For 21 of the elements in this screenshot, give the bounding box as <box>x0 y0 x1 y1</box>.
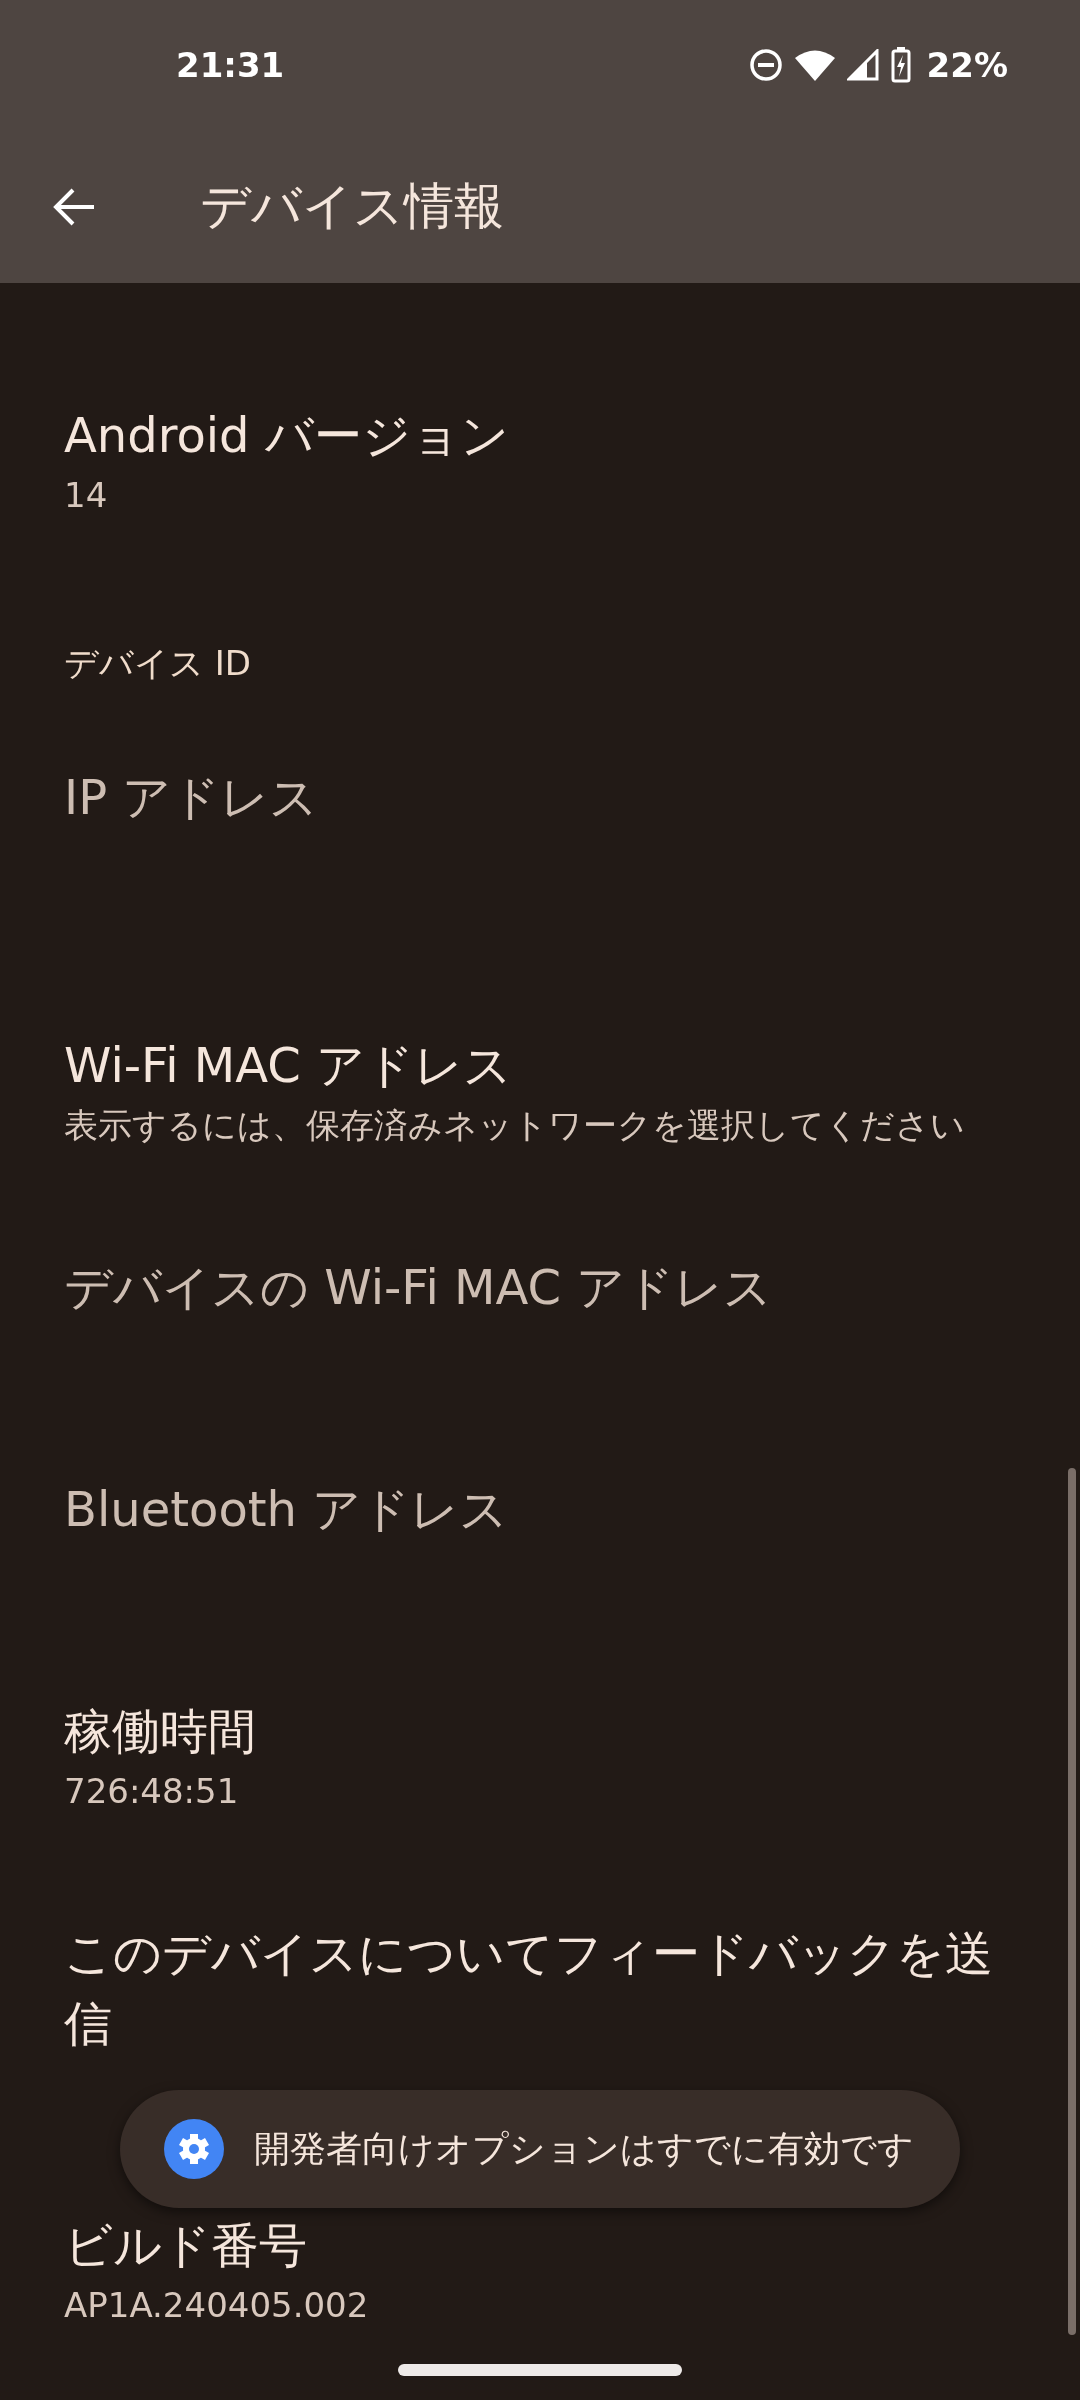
setting-summary: 表示するには、保存済みネットワークを選択してください <box>64 1105 965 1145</box>
status-time: 21:31 <box>176 45 285 85</box>
setting-summary: 14 <box>64 475 108 515</box>
setting-summary: AP1A.240405.002 <box>64 2285 369 2325</box>
gesture-handle[interactable] <box>398 2364 682 2376</box>
setting-title[interactable]: Wi-Fi MAC アドレス <box>64 1030 1014 1100</box>
wifi-icon <box>794 49 835 81</box>
setting-summary: 726:48:51 <box>64 1771 239 1811</box>
section-header: デバイス ID <box>64 642 252 685</box>
do-not-disturb-icon <box>748 48 783 82</box>
setting-title[interactable]: Android バージョン <box>64 400 1014 470</box>
setting-title[interactable]: ビルド番号 <box>64 2210 1014 2280</box>
screen-title: デバイス情報 <box>200 176 504 237</box>
setting-title[interactable]: 稼働時間 <box>64 1696 1014 1766</box>
battery-charging-icon <box>890 47 911 83</box>
setting-title[interactable]: このデバイスについてフィードバックを送信 <box>64 1918 1014 2058</box>
settings-icon <box>164 2119 224 2179</box>
signal-icon <box>846 49 879 81</box>
battery-percent: 22% <box>926 45 1008 85</box>
toast-message: 開発者向けオプションはすでに有効です <box>254 2126 914 2171</box>
back-arrow-icon[interactable] <box>52 186 96 227</box>
